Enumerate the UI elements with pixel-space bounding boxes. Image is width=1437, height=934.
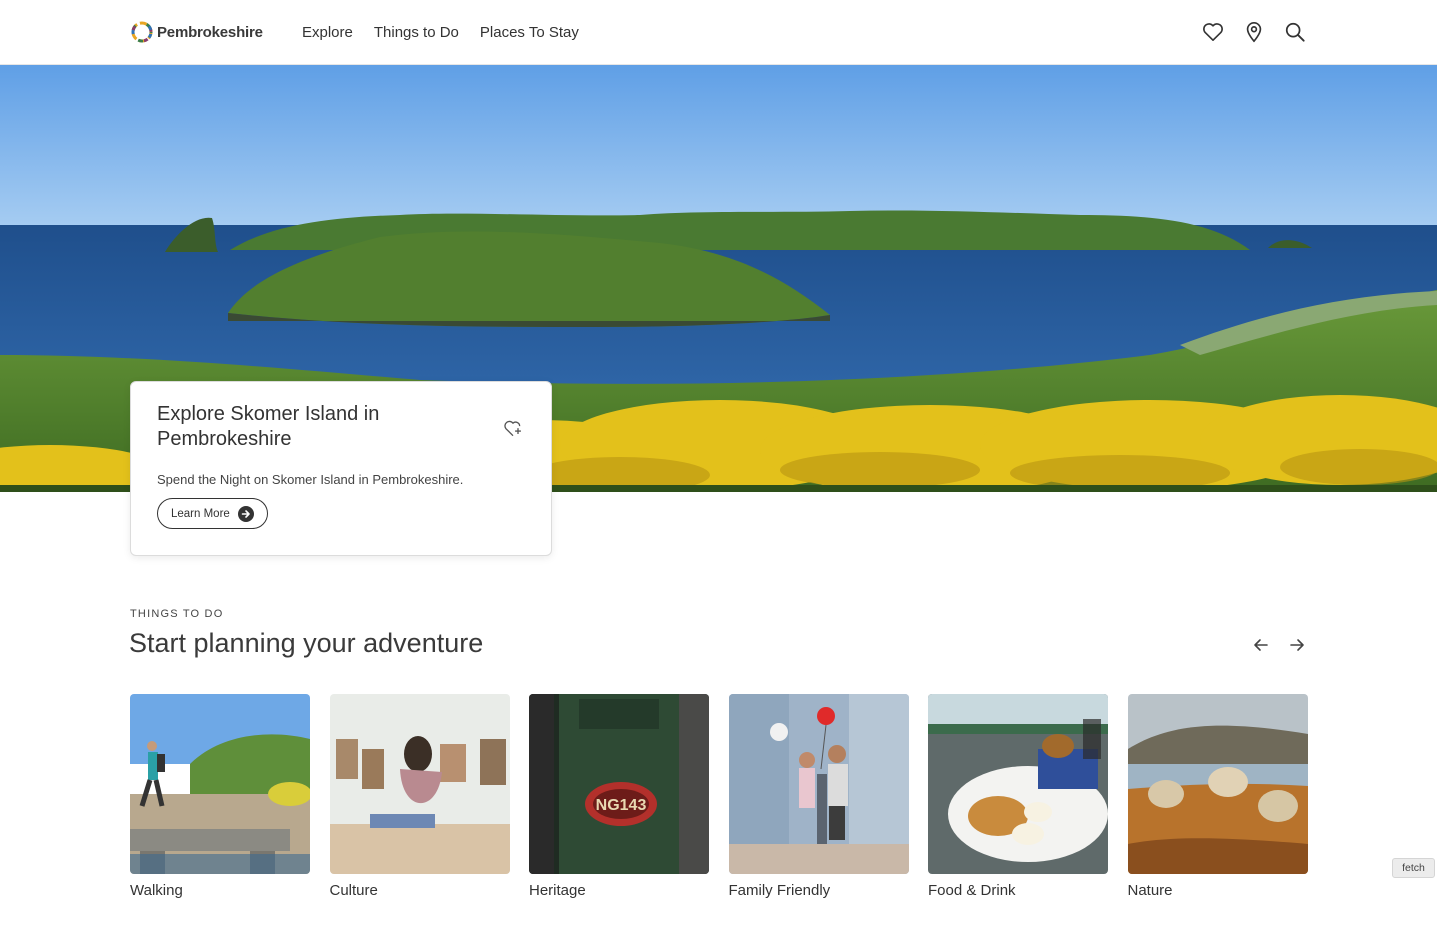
- walking-image: [130, 694, 310, 874]
- nav-explore[interactable]: Explore: [302, 24, 353, 41]
- tile-family-friendly[interactable]: Family Friendly: [728, 694, 909, 899]
- tile-label: Nature: [1127, 882, 1173, 899]
- tile-label: Culture: [329, 882, 378, 899]
- heritage-image: NG143: [529, 694, 709, 874]
- section-eyebrow: THINGS TO DO: [130, 608, 224, 620]
- tile-nature[interactable]: Nature: [1127, 694, 1308, 899]
- section-title: Start planning your adventure: [129, 628, 484, 658]
- heart-plus-icon[interactable]: [503, 419, 523, 439]
- tile-label: Walking: [130, 882, 183, 899]
- tile-label: Family Friendly: [728, 882, 831, 899]
- arrow-left-icon[interactable]: [1251, 634, 1271, 656]
- tile-food-drink[interactable]: Food & Drink: [928, 694, 1108, 899]
- tile-heritage[interactable]: NG143 Heritage: [529, 694, 709, 899]
- category-carousel: Walking Culture NG143 Heritage Family Fr…: [130, 694, 1308, 899]
- search-icon[interactable]: [1283, 19, 1307, 45]
- arrow-right-icon: [237, 505, 254, 522]
- tile-walking[interactable]: Walking: [130, 694, 310, 899]
- learn-more-button[interactable]: Learn More: [157, 498, 268, 529]
- hero-card-title: Explore Skomer Island in Pembrokeshire: [157, 403, 380, 450]
- tile-label: Heritage: [529, 882, 586, 899]
- nav-places-to-stay[interactable]: Places To Stay: [480, 24, 579, 41]
- tile-culture[interactable]: Culture: [329, 694, 510, 899]
- map-pin-icon[interactable]: [1242, 19, 1266, 45]
- hero-card-text: Spend the Night on Skomer Island in Pemb…: [157, 472, 464, 487]
- hero-card: Explore Skomer Island in Pembrokeshire S…: [130, 381, 552, 556]
- site-header: Pembrokeshire Explore Things to Do Place…: [0, 0, 1437, 65]
- culture-image: [329, 694, 510, 874]
- logo-icon: [131, 21, 153, 43]
- main-nav: Explore Things to Do Places To Stay: [302, 0, 579, 64]
- learn-more-label: Learn More: [171, 507, 230, 520]
- site-logo[interactable]: Pembrokeshire: [130, 19, 263, 45]
- family-friendly-image: [728, 694, 909, 874]
- heart-icon[interactable]: [1201, 19, 1225, 45]
- header-actions: [1201, 19, 1307, 45]
- nav-things-to-do[interactable]: Things to Do: [374, 24, 459, 41]
- carousel-nav: [1251, 634, 1307, 656]
- nature-image: [1127, 694, 1308, 874]
- food-drink-image: [928, 694, 1108, 874]
- arrow-right-icon[interactable]: [1287, 634, 1307, 656]
- logo-text: Pembrokeshire: [157, 23, 263, 41]
- svg-text:NG143: NG143: [596, 797, 647, 814]
- tile-label: Food & Drink: [928, 882, 1016, 899]
- fetch-badge[interactable]: fetch: [1392, 858, 1435, 878]
